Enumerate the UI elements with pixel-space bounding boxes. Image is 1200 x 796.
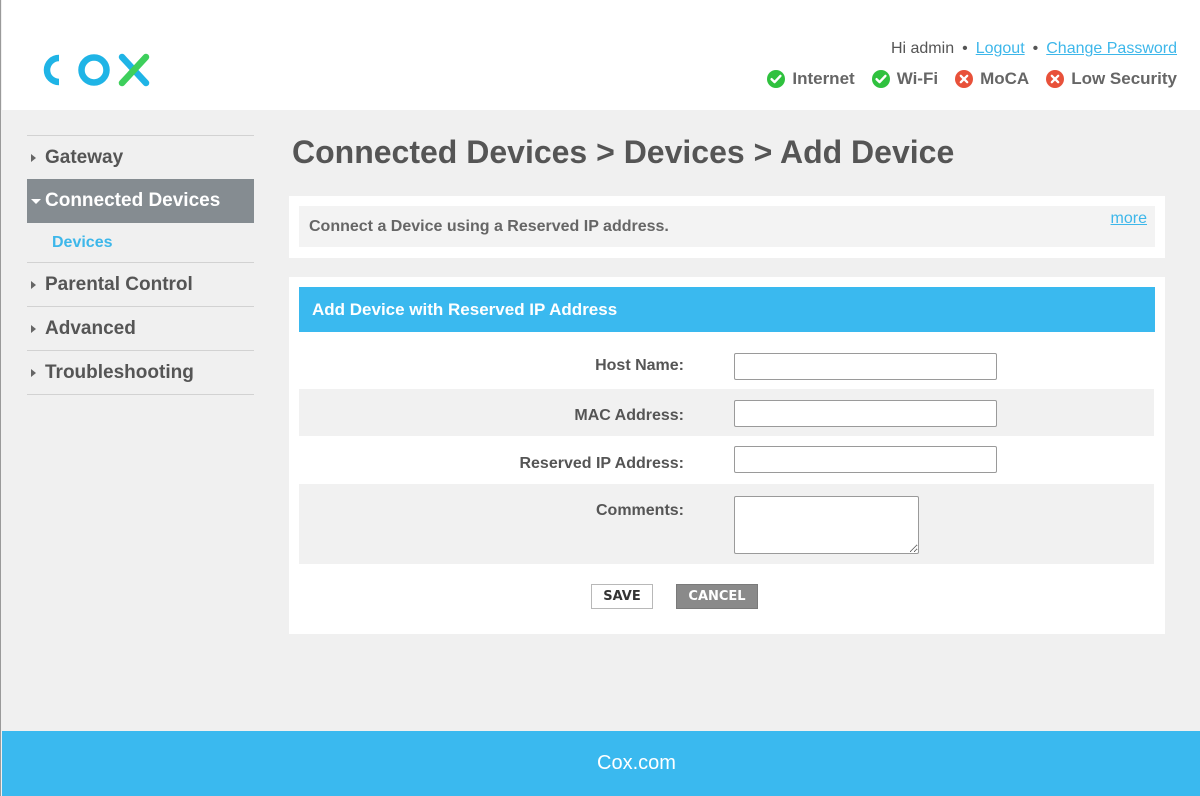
- check-circle-icon: [871, 70, 890, 88]
- nav-label: Connected Devices: [45, 190, 221, 211]
- user-menu: Hi admin • Logout • Change Password: [891, 40, 1177, 58]
- info-text: Connect a Device using a Reserved IP add…: [309, 217, 669, 235]
- form-row-reserved-ip: Reserved IP Address:: [299, 436, 1154, 484]
- nav-label: Parental Control: [45, 273, 193, 295]
- form-heading: Add Device with Reserved IP Address: [299, 287, 1155, 332]
- chevron-right-icon: [31, 324, 36, 333]
- chevron-right-icon: [31, 280, 36, 289]
- reserved-ip-label: Reserved IP Address:: [519, 455, 684, 472]
- status-label: Wi-Fi: [896, 69, 939, 88]
- nav-item-troubleshooting[interactable]: Troubleshooting: [27, 350, 254, 394]
- mac-address-input[interactable]: [734, 400, 997, 427]
- form-row-mac-address: MAC Address:: [299, 389, 1154, 436]
- check-circle-icon: [767, 70, 786, 88]
- save-button[interactable]: SAVE: [591, 584, 653, 609]
- page-title: Connected Devices > Devices > Add Device: [292, 134, 955, 170]
- cox-com-link[interactable]: Cox.com: [597, 752, 676, 775]
- chevron-right-icon: [31, 153, 36, 162]
- status-moca: MoCA: [955, 69, 1029, 89]
- greeting: Hi admin: [890, 40, 955, 57]
- comments-textarea[interactable]: [734, 496, 919, 554]
- nav-item-connected-devices[interactable]: Connected Devices: [27, 179, 254, 223]
- status-bar: Internet Wi-Fi MoCA Low Security: [767, 69, 1177, 89]
- form-row-host-name: Host Name:: [299, 332, 1154, 389]
- cox-logo[interactable]: [39, 50, 151, 90]
- separator: •: [962, 40, 968, 57]
- add-device-form: Add Device with Reserved IP Address Host…: [289, 277, 1165, 634]
- x-circle-icon: [1046, 70, 1065, 88]
- mac-address-label: MAC Address:: [574, 407, 684, 424]
- nav-divider: [27, 394, 254, 395]
- form-row-comments: Comments:: [299, 484, 1154, 564]
- header: Hi admin • Logout • Change Password Internet…: [2, 0, 1200, 110]
- x-circle-icon: [955, 70, 974, 88]
- status-label: Low Security: [1071, 69, 1177, 88]
- info-panel: Connect a Device using a Reserved IP add…: [289, 196, 1165, 258]
- reserved-ip-input[interactable]: [734, 446, 997, 473]
- host-name-label: Host Name:: [595, 357, 684, 374]
- form-actions: SAVE CANCEL: [299, 564, 1154, 624]
- nav-item-advanced[interactable]: Advanced: [27, 306, 254, 350]
- logout-link[interactable]: Logout: [976, 40, 1025, 57]
- nav-label: Troubleshooting: [45, 361, 194, 383]
- nav-label: Advanced: [45, 317, 136, 339]
- chevron-right-icon: [31, 368, 36, 377]
- chevron-down-icon: [31, 198, 41, 204]
- info-box: Connect a Device using a Reserved IP add…: [299, 206, 1155, 247]
- cancel-button[interactable]: CANCEL: [676, 584, 758, 609]
- nav-item-gateway[interactable]: Gateway: [27, 135, 254, 179]
- status-internet: Internet: [767, 69, 855, 89]
- status-security: Low Security: [1046, 69, 1177, 89]
- footer: Cox.com: [2, 731, 1200, 796]
- separator: •: [1032, 40, 1039, 57]
- status-wifi: Wi-Fi: [871, 69, 939, 89]
- host-name-input[interactable]: [734, 353, 997, 380]
- sidebar-nav: Gateway Connected Devices Devices Parent…: [27, 135, 254, 395]
- status-label: MoCA: [980, 69, 1030, 88]
- status-label: Internet: [792, 69, 855, 88]
- change-password-link[interactable]: Change Password: [1046, 40, 1177, 57]
- more-link[interactable]: more: [1111, 210, 1147, 228]
- nav-label: Gateway: [45, 146, 124, 168]
- nav-subitem-devices[interactable]: Devices: [27, 223, 254, 262]
- nav-item-parental-control[interactable]: Parental Control: [27, 262, 254, 306]
- comments-label: Comments:: [595, 502, 684, 519]
